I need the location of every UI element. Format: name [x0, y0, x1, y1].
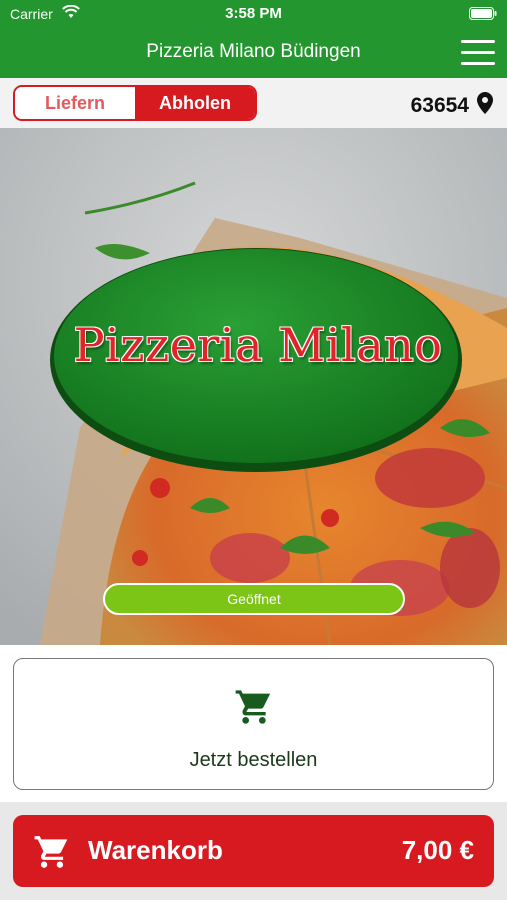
status-time: 3:58 PM [225, 5, 282, 22]
location-selector[interactable]: 63654 [411, 92, 493, 120]
status-badge: Geöffnet [103, 583, 405, 615]
hero-image: Pizzeria Milano Geöffnet [0, 128, 507, 645]
toggle-abholen[interactable]: Abholen [135, 87, 255, 119]
delivery-pickup-toggle[interactable]: Liefern Abholen [13, 85, 257, 121]
app-header: Pizzeria Milano Büdingen [0, 28, 507, 78]
cart-button[interactable]: Warenkorb 7,00 € [13, 815, 494, 887]
header-title: Pizzeria Milano Büdingen [146, 41, 361, 62]
order-now-label: Jetzt bestellen [189, 749, 318, 771]
cart-label: Warenkorb [88, 835, 223, 865]
status-bar: Carrier 3:58 PM [0, 0, 507, 28]
pizza-photo [0, 128, 507, 645]
cart-total: 7,00 € [401, 835, 474, 865]
logo-text: Pizzeria Milano [73, 318, 443, 372]
order-now-card[interactable]: Jetzt bestellen [13, 658, 494, 790]
order-mode-row: Liefern Abholen 63654 [0, 78, 507, 128]
battery-icon [469, 7, 497, 25]
shopping-cart-icon [33, 833, 71, 876]
hamburger-menu-icon[interactable] [461, 40, 495, 66]
shopping-cart-icon [234, 687, 274, 732]
location-pin-icon [477, 92, 493, 120]
toggle-liefern[interactable]: Liefern [15, 87, 135, 119]
zip-code: 63654 [410, 94, 469, 117]
